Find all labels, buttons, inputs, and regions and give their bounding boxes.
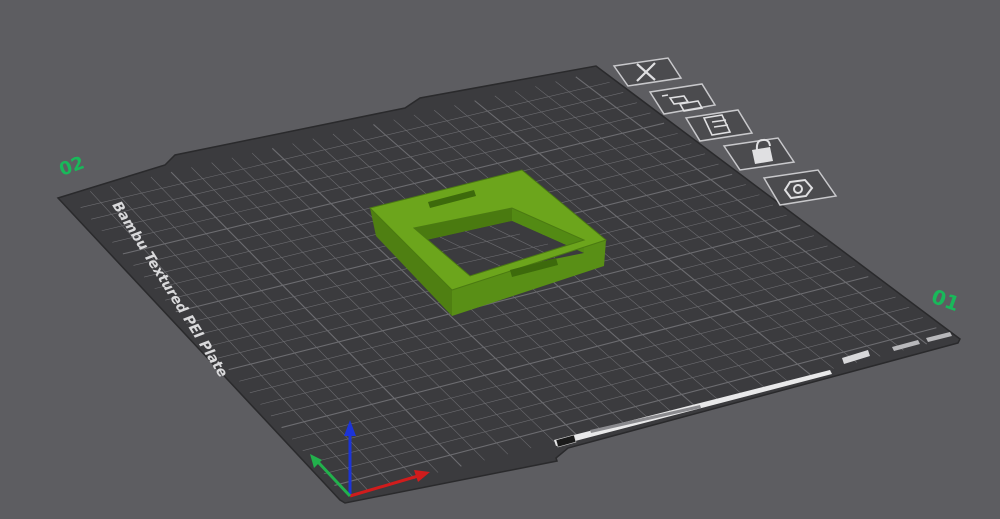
lock-plate-button[interactable] xyxy=(722,137,796,171)
plate-number-right: 01 xyxy=(928,284,962,316)
close-plate-button[interactable] xyxy=(612,57,683,87)
plate-settings-button[interactable] xyxy=(684,109,754,142)
plate-number-left: 02 xyxy=(57,152,88,180)
arrange-button[interactable] xyxy=(648,83,717,115)
3d-viewport[interactable]: Bambu Textured PEI Plate 02 01 xyxy=(0,0,1000,519)
